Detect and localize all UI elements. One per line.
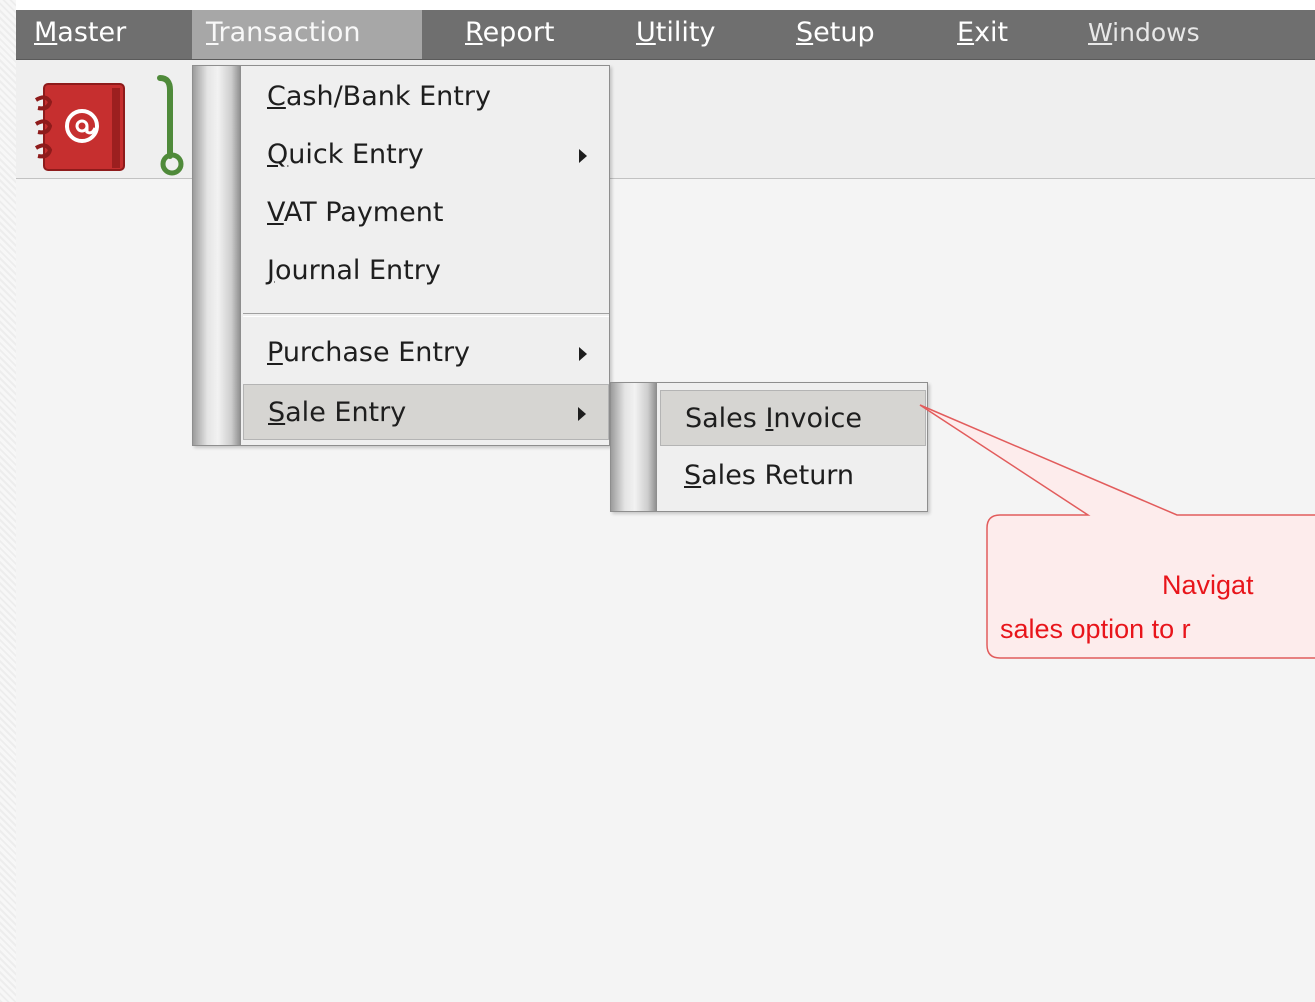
callout-text-line2: sales option to r bbox=[1000, 614, 1191, 644]
callout-text-line1: Navigat bbox=[1162, 570, 1254, 600]
callout-bubble bbox=[919, 404, 1315, 659]
